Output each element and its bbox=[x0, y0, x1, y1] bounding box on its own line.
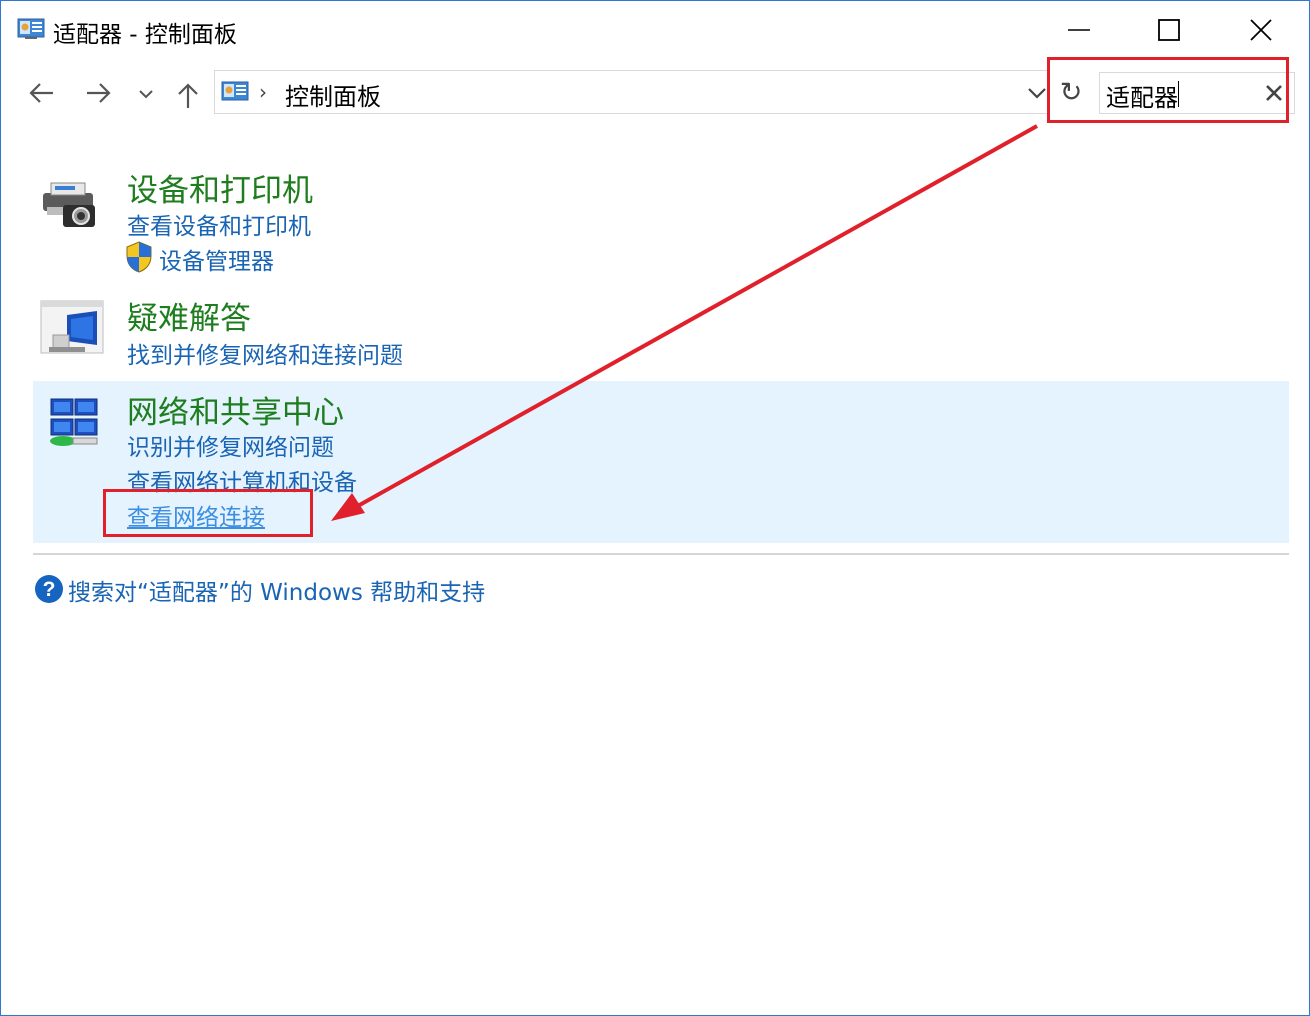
annotation-arrow bbox=[331, 124, 1038, 521]
control-panel-window: 适配器 - 控制面板 › 控制面板 ↻ 适配器 设备和打印机 查看设备和打印机 … bbox=[0, 0, 1310, 1016]
